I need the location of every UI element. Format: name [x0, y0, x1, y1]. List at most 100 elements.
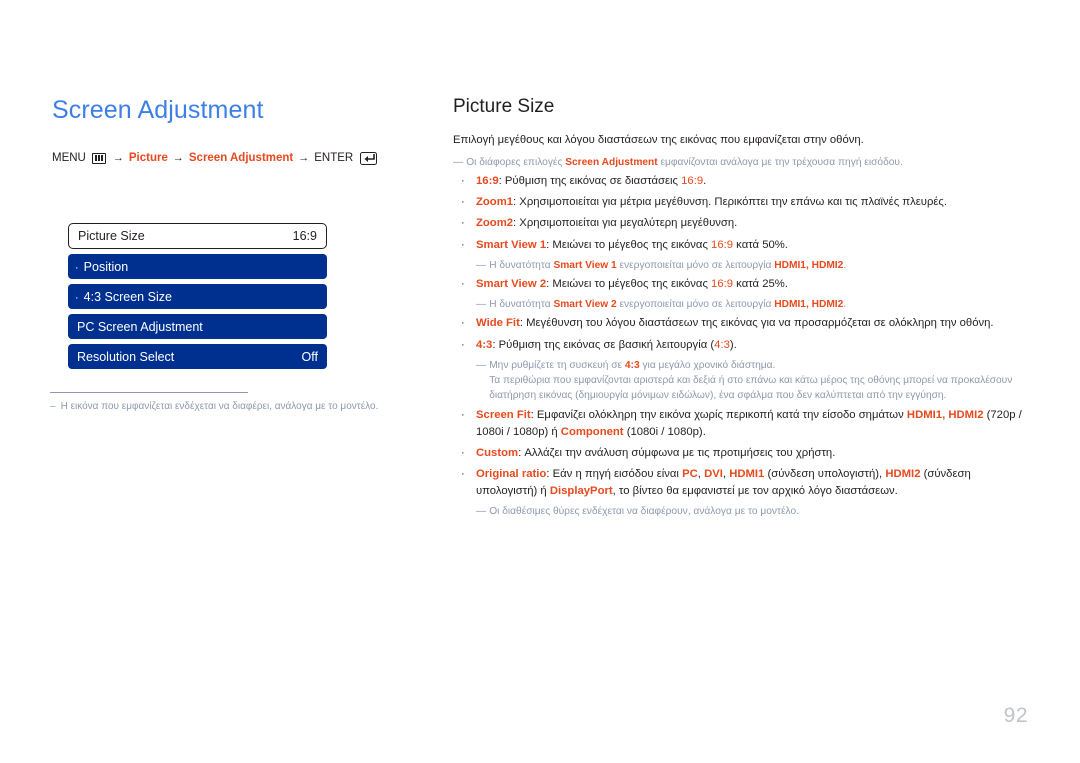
option-desc-tail: (1080i / 1080p). [623, 425, 706, 438]
section-title: Picture Size [453, 96, 555, 117]
option-term-smart-view-2: Smart View 2 [476, 277, 547, 290]
breadcrumb-screen-adjustment-label: Screen Adjustment [188, 152, 294, 165]
note-screen-adjustment-sources: ― Οι διάφορες επιλογές Screen Adjustment… [453, 155, 1033, 170]
left-note-text: Η εικόνα που εμφανίζεται ενδέχεται να δι… [60, 401, 379, 412]
list-item-smart-view-1: · Smart View 1: Μειώνει το μέγεθος της ε… [453, 237, 1033, 254]
option-term-original-ratio: Original ratio [476, 468, 547, 481]
option-term-zoom2: Zoom2 [476, 217, 514, 230]
section-lede: Επιλογή μεγέθους και λόγου διαστάσεων τη… [453, 133, 864, 146]
inline-term-displayport: DisplayPort [549, 485, 613, 498]
osd-label: Resolution Select [77, 349, 175, 364]
note-term-smart-view-1: Smart View 1 [553, 259, 617, 271]
picture-size-option-list: · 16:9: Ρύθμιση της εικόνας σε διαστάσει… [453, 173, 1033, 520]
option-desc-tail: κατά 50%. [733, 238, 788, 251]
note-body: Μην ρυθμίζετε τη συσκευή σε 4:3 για μεγά… [489, 358, 1033, 404]
page-number: 92 [1003, 704, 1028, 727]
list-item-16-9: · 16:9: Ρύθμιση της εικόνας σε διαστάσει… [453, 173, 1033, 190]
inline-term-16-9: 16:9 [681, 175, 704, 188]
option-term-4-3: 4:3 [476, 338, 493, 351]
option-desc: : Ρύθμιση της εικόνας σε διαστάσεις [498, 175, 682, 188]
osd-row-resolution-select[interactable]: Resolution Select Off [68, 344, 327, 369]
bullet-point: · [461, 317, 465, 330]
option-desc-tail: . [703, 175, 707, 188]
note-term-screen-adjustment: Screen Adjustment [565, 156, 658, 168]
osd-label-text: 4:3 Screen Size [83, 289, 172, 304]
inline-term-hdmi: HDMI1, HDMI2 [906, 408, 984, 421]
osd-row-position[interactable]: · Position [68, 254, 327, 279]
osd-row-picture-size[interactable]: Picture Size 16:9 [68, 223, 327, 249]
note-pre: Η δυνατότητα [489, 259, 554, 271]
bullet-point: · [461, 338, 465, 351]
osd-label: PC Screen Adjustment [77, 319, 203, 334]
note-dash: ― [476, 259, 486, 271]
option-term-16-9: 16:9 [476, 175, 499, 188]
osd-label: Picture Size [78, 229, 145, 243]
note-smart-view-1-availability: ― Η δυνατότητα Smart View 1 ενεργοποιείτ… [476, 258, 1033, 273]
osd-row-pc-screen-adjustment[interactable]: PC Screen Adjustment [68, 314, 327, 339]
inline-term-component: Component [560, 425, 624, 438]
note-warning-body: Τα περιθώρια που εμφανίζονται αριστερά κ… [489, 375, 1013, 402]
bullet-point: · [461, 277, 465, 290]
note-smart-view-2-availability: ― Η δυνατότητα Smart View 2 ενεργοποιείτ… [476, 297, 1033, 312]
note-post: για μεγάλο χρονικό διάστημα. [639, 359, 776, 371]
inline-term-16-9: 16:9 [711, 238, 734, 251]
osd-label: · Position [75, 260, 128, 274]
note-available-ports: ― Οι διαθέσιμες θύρες ενδέχεται να διαφέ… [476, 504, 1033, 519]
breadcrumb-picture-label: Picture [128, 152, 168, 165]
note-dash: ‒ [50, 401, 56, 412]
option-term-smart-view-1: Smart View 1 [476, 238, 547, 251]
left-note: ‒ Η εικόνα που εμφανίζεται ενδέχεται να … [50, 400, 410, 415]
note-post: . [843, 299, 847, 311]
option-desc: : Μειώνει το μέγεθος της εικόνας [546, 238, 712, 251]
breadcrumb-menu-label: MENU [52, 152, 86, 165]
note-body: Οι διαθέσιμες θύρες ενδέχεται να διαφέρο… [489, 506, 799, 518]
note-body: Η δυνατότητα Smart View 2 ενεργοποιείται… [489, 297, 846, 312]
option-desc-d: (σύνδεση υπολογιστή), [764, 468, 886, 481]
osd-value: 16:9 [292, 229, 317, 243]
note-post: . [843, 259, 847, 271]
list-item-custom: · Custom: Αλλάζει την ανάλυση σύμφωνα με… [453, 445, 1033, 462]
osd-row-43-screen-size[interactable]: · 4:3 Screen Size [68, 284, 327, 309]
note-body: Οι διάφορες επιλογές Screen Adjustment ε… [466, 155, 903, 170]
list-item-zoom2: · Zoom2: Χρησιμοποιείται για μεγαλύτερη … [453, 215, 1033, 232]
note-4-3-warning: ― Μην ρυθμίζετε τη συσκευή σε 4:3 για με… [476, 358, 1033, 404]
breadcrumb: MENU → Picture → Screen Adjustment → ENT… [52, 151, 402, 165]
note-pre: Μην ρυθμίζετε τη συσκευή σε [489, 359, 625, 371]
option-desc: : Χρησιμοποιείται για μέτρια μεγέθυνση. … [513, 196, 948, 209]
option-desc: : Χρησιμοποιείται για μεγαλύτερη μεγέθυν… [513, 217, 738, 230]
inline-term-hdmi2: HDMI2 [885, 468, 921, 481]
osd-label: · 4:3 Screen Size [75, 290, 172, 304]
bullet-point: · [461, 468, 465, 481]
note-dash: ― [476, 359, 486, 371]
inline-term-dvi: DVI [704, 468, 723, 481]
osd-value: Off [301, 349, 318, 364]
left-column: Screen Adjustment MENU → Picture → Scree… [52, 96, 402, 165]
right-column: Picture Size Επιλογή μεγέθους και λόγου … [453, 96, 1033, 523]
option-desc: : Μειώνει το μέγεθος της εικόνας [546, 277, 712, 290]
note-term-4-3: 4:3 [624, 359, 640, 371]
bullet-point: · [461, 175, 465, 188]
option-desc: : Αλλάζει την ανάλυση σύμφωνα με τις προ… [518, 446, 836, 459]
list-item-screen-fit: · Screen Fit: Εμφανίζει ολόκληρη την εικ… [453, 407, 1033, 441]
option-desc-tail: κατά 25%. [733, 277, 788, 290]
inline-term-16-9: 16:9 [711, 277, 734, 290]
inline-term-pc: PC [682, 468, 698, 481]
note-post: εμφανίζονται ανάλογα με την τρέχουσα πηγ… [657, 156, 903, 168]
option-term-wide-fit: Wide Fit [476, 317, 520, 330]
breadcrumb-arrow-1: → [112, 152, 124, 165]
option-desc: : Μεγέθυνση του λόγου διαστάσεων της εικ… [519, 317, 994, 330]
option-term-screen-fit: Screen Fit [476, 408, 531, 421]
note-body: Η δυνατότητα Smart View 1 ενεργοποιείται… [489, 258, 846, 273]
list-item-4-3: · 4:3: Ρύθμιση της εικόνας σε βασική λει… [453, 337, 1033, 354]
note-pre: Η δυνατότητα [489, 299, 554, 311]
bullet-point: · [461, 196, 465, 209]
list-item-original-ratio: · Original ratio: Εάν η πηγή εισόδου είν… [453, 466, 1033, 500]
note-mid: ενεργοποιείται μόνο σε λειτουργία [616, 299, 775, 311]
note-mid: ενεργοποιείται μόνο σε λειτουργία [616, 259, 775, 271]
menu-bars-icon [91, 152, 106, 164]
note-term-hdmi: HDMI1, HDMI2 [774, 299, 844, 311]
list-item-zoom1: · Zoom1: Χρησιμοποιείται για μέτρια μεγέ… [453, 194, 1033, 211]
list-item-smart-view-2: · Smart View 2: Μειώνει το μέγεθος της ε… [453, 276, 1033, 293]
osd-menu-mock: Picture Size 16:9 · Position · 4:3 Screen … [68, 223, 327, 374]
bullet-point: · [461, 408, 465, 421]
